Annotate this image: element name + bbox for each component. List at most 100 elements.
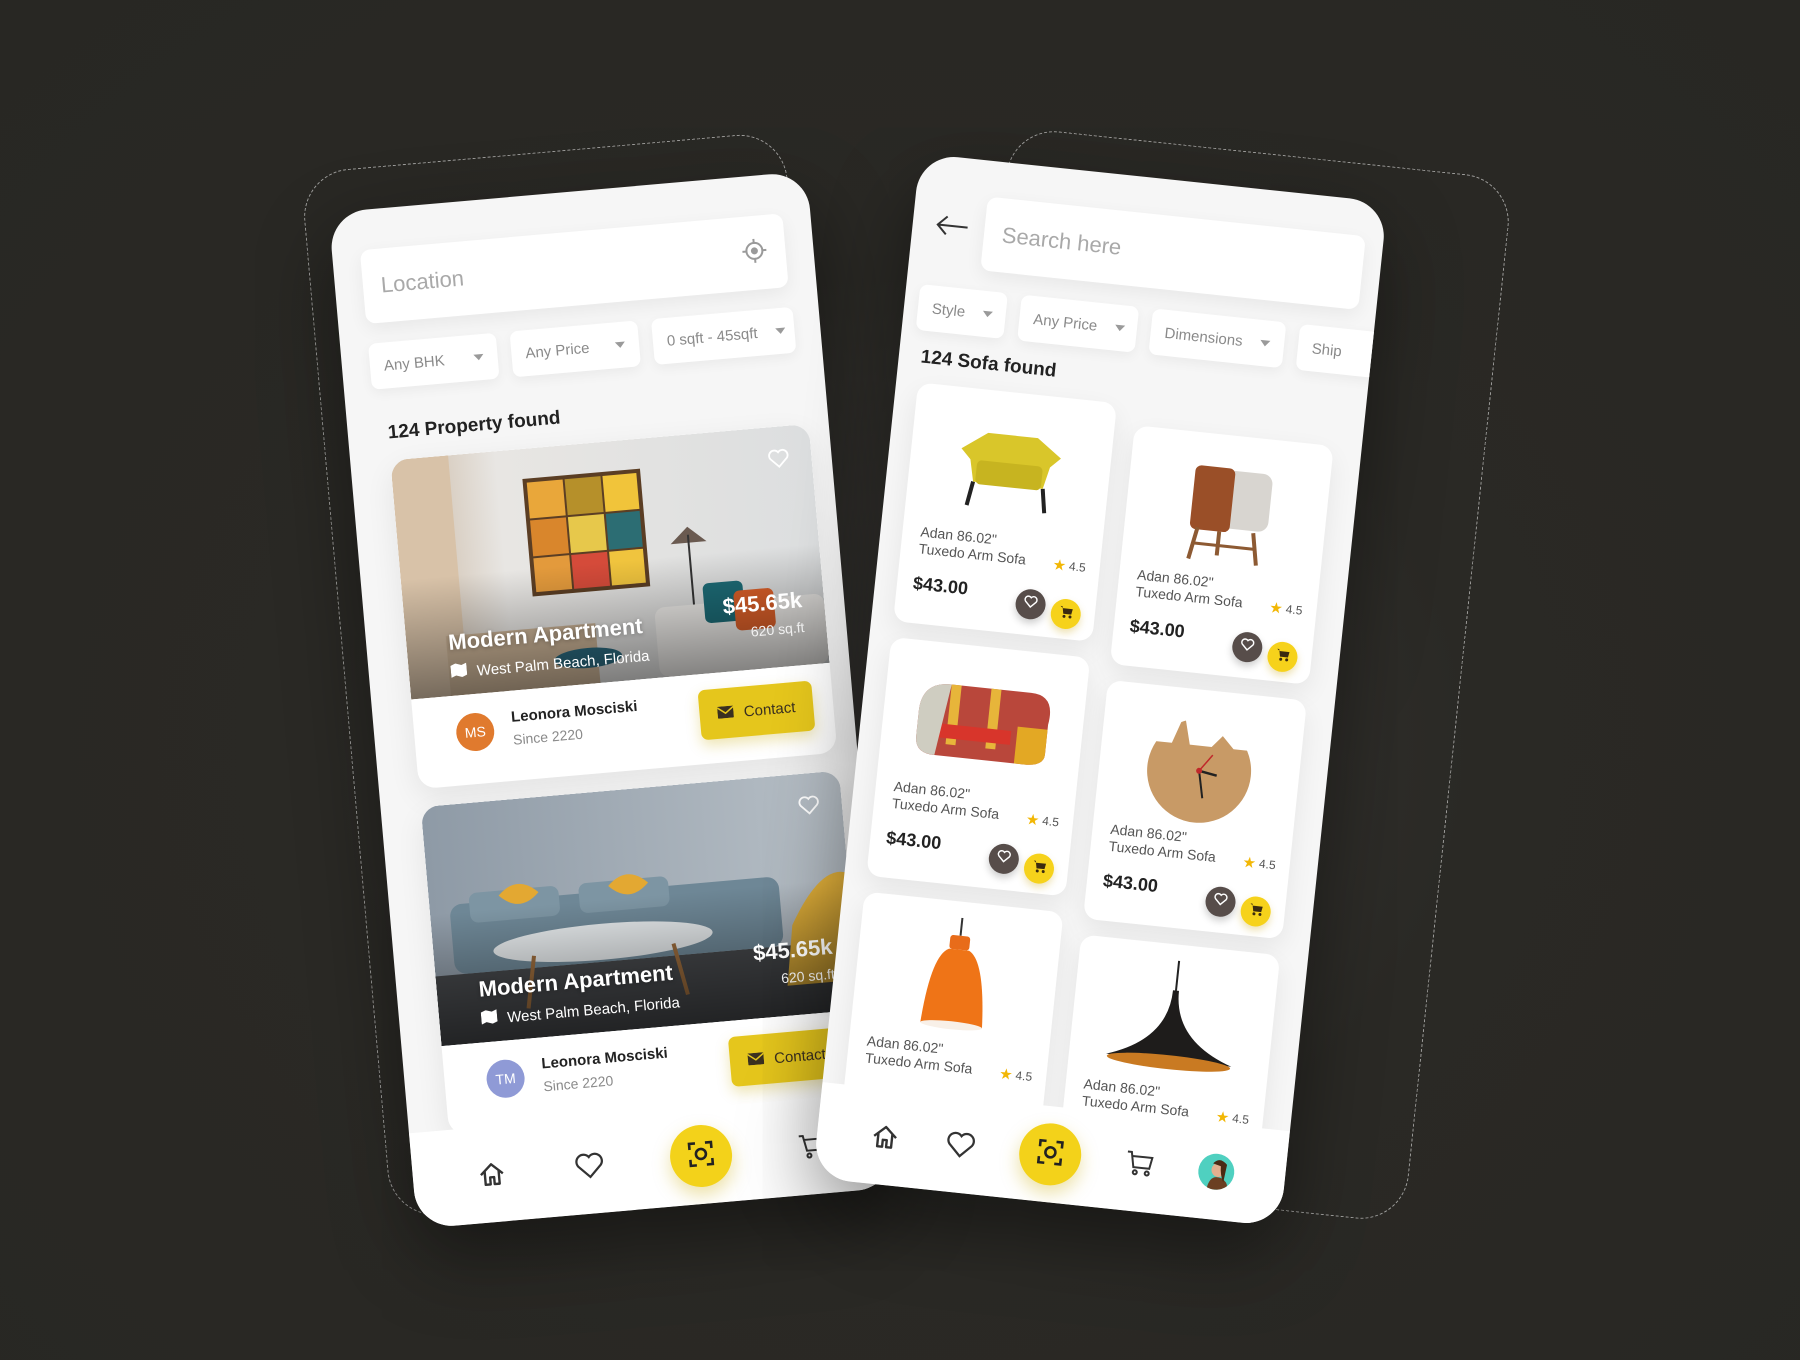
contact-button[interactable]: Contact	[697, 680, 816, 741]
filter-label: 0 sqft - 45sqft	[666, 324, 759, 350]
filter-style[interactable]: Style	[915, 284, 1008, 339]
home-icon[interactable]	[866, 1118, 903, 1155]
back-arrow-icon[interactable]	[933, 213, 970, 243]
filter-dimensions[interactable]: Dimensions	[1148, 308, 1287, 369]
cart-icon	[1274, 647, 1291, 667]
owner-info: TM Leonora Mosciski Since 2220	[484, 1045, 670, 1100]
filter-label: Dimensions	[1163, 324, 1244, 350]
owner-since: Since 2220	[542, 1072, 614, 1095]
cart-icon	[1031, 858, 1048, 878]
cart-icon	[1247, 901, 1264, 921]
chevron-down-icon	[473, 353, 484, 361]
product-name: Adan 86.02" Tuxedo Arm Sofa	[1107, 820, 1217, 865]
product-image	[1114, 698, 1286, 834]
chevron-down-icon	[614, 341, 626, 349]
product-image	[870, 910, 1042, 1046]
property-filters: Any BHK Any Price 0 sqft - 45sqft	[368, 306, 797, 390]
product-card[interactable]: Adan 86.02" Tuxedo Arm Sofa ★ 4.5 $43.00	[1109, 425, 1334, 685]
product-card[interactable]: Adan 86.02" Tuxedo Arm Sofa ★ 4.5 $43.00	[1083, 679, 1308, 940]
location-search-bar[interactable]	[359, 213, 789, 324]
product-image	[1087, 952, 1259, 1088]
star-icon: ★	[1241, 853, 1257, 873]
owner-avatar: TM	[484, 1057, 527, 1099]
location-input[interactable]	[379, 241, 743, 299]
favorite-heart-icon[interactable]	[797, 794, 821, 821]
rating-value: 4.5	[1068, 559, 1087, 575]
contact-label: Contact	[773, 1045, 827, 1067]
scan-button[interactable]	[1016, 1120, 1085, 1189]
product-image	[924, 400, 1096, 536]
product-card[interactable]: Adan 86.02" Tuxedo Arm Sofa ★ 4.5 $43.00	[893, 382, 1118, 642]
result-count: 124 Property found	[386, 407, 562, 444]
map-icon	[450, 662, 468, 682]
product-card[interactable]: Adan 86.02" Tuxedo Arm Sofa ★ 4.5 $43.00	[866, 636, 1091, 897]
product-rating: ★ 4.5	[1268, 598, 1303, 619]
product-rating: ★ 4.5	[998, 1065, 1033, 1086]
property-card[interactable]: Modern Apartment West Palm Beach, Florid…	[420, 770, 868, 1136]
locate-icon[interactable]	[740, 236, 769, 269]
add-to-cart-button[interactable]	[1022, 852, 1056, 886]
heart-icon	[1213, 892, 1229, 911]
property-card[interactable]: Modern Apartment West Palm Beach, Florid…	[390, 423, 838, 790]
heart-icon	[1023, 595, 1039, 614]
heart-icon	[996, 849, 1012, 868]
contact-label: Contact	[743, 698, 797, 721]
filter-price[interactable]: Any Price	[1017, 294, 1140, 353]
rating-value: 4.5	[1041, 813, 1060, 830]
property-app-screen: Any BHK Any Price 0 sqft - 45sqft 124 Pr…	[328, 171, 896, 1229]
product-price: $43.00	[885, 827, 943, 854]
product-rating: ★ 4.5	[1052, 555, 1087, 576]
product-image	[897, 655, 1069, 791]
chevron-down-icon	[775, 327, 786, 335]
filter-shipping[interactable]: Ship	[1295, 323, 1380, 379]
filter-label: Any Price	[524, 339, 591, 362]
property-photo: Modern Apartment West Palm Beach, Florid…	[420, 770, 860, 1047]
cart-icon[interactable]	[1121, 1145, 1158, 1182]
favorite-button[interactable]	[1230, 630, 1264, 664]
chevron-down-icon	[1260, 339, 1271, 347]
filter-label: Any BHK	[383, 351, 446, 375]
mail-icon	[747, 1051, 765, 1069]
chevron-down-icon	[982, 310, 994, 318]
scan-icon	[1035, 1136, 1066, 1172]
cart-icon	[1057, 604, 1074, 624]
star-icon: ★	[998, 1065, 1014, 1084]
filter-price[interactable]: Any Price	[509, 320, 642, 378]
star-icon: ★	[1268, 599, 1284, 618]
add-to-cart-button[interactable]	[1239, 895, 1273, 928]
product-image	[1141, 443, 1313, 579]
product-name: Adan 86.02" Tuxedo Arm Sofa	[864, 1032, 974, 1077]
add-to-cart-button[interactable]	[1265, 640, 1299, 674]
result-count: 124 Sofa found	[919, 346, 1058, 382]
scan-button[interactable]	[667, 1122, 735, 1190]
product-grid: Adan 86.02" Tuxedo Arm Sofa ★ 4.5 $43.00 …	[839, 382, 1346, 1194]
filter-label: Ship	[1310, 339, 1343, 360]
product-rating: ★ 4.5	[1025, 810, 1060, 831]
heart-icon[interactable]	[942, 1126, 979, 1163]
chevron-down-icon	[1114, 324, 1126, 332]
search-input[interactable]	[1000, 222, 1346, 285]
star-icon: ★	[1025, 811, 1041, 830]
product-price: $43.00	[1102, 870, 1159, 897]
product-price: $43.00	[912, 572, 969, 599]
product-search-bar[interactable]	[980, 196, 1366, 310]
owner-info: MS Leonora Mosciski Since 2220	[454, 698, 640, 753]
filter-area[interactable]: 0 sqft - 45sqft	[650, 306, 797, 365]
filter-bhk[interactable]: Any BHK	[368, 332, 500, 390]
owner-since: Since 2220	[512, 725, 584, 748]
add-to-cart-button[interactable]	[1049, 597, 1083, 631]
favorite-button[interactable]	[1014, 587, 1048, 621]
product-name: Adan 86.02" Tuxedo Arm Sofa	[891, 778, 1000, 822]
favorite-button[interactable]	[1204, 885, 1238, 919]
home-icon[interactable]	[473, 1156, 510, 1193]
owner-avatar: MS	[454, 710, 496, 753]
property-photo: Modern Apartment West Palm Beach, Florid…	[390, 423, 830, 700]
rating-value: 4.5	[1014, 1068, 1033, 1084]
product-rating: ★ 4.5	[1242, 853, 1277, 874]
profile-avatar[interactable]	[1196, 1152, 1237, 1192]
product-name: Adan 86.02" Tuxedo Arm Sofa	[918, 523, 1027, 568]
favorite-button[interactable]	[987, 842, 1021, 876]
favorite-heart-icon[interactable]	[767, 448, 791, 475]
filter-label: Style	[931, 299, 967, 321]
heart-icon[interactable]	[571, 1147, 608, 1184]
